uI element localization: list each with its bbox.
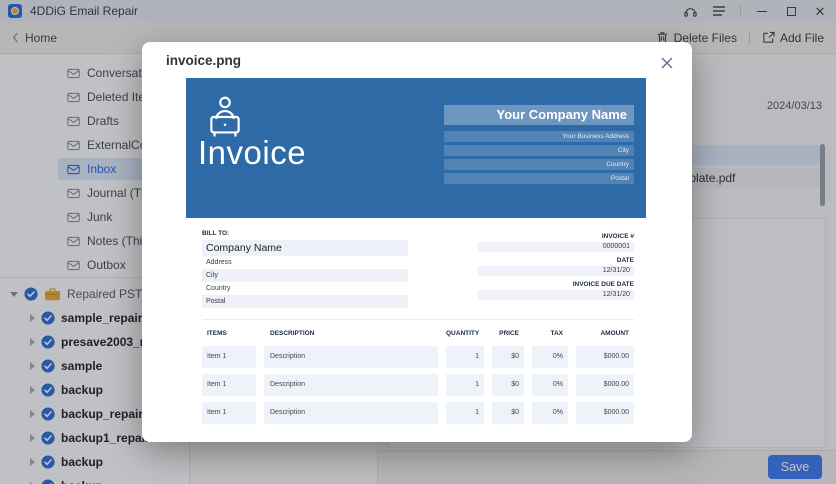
bill-to-address: Address bbox=[202, 256, 408, 269]
modal-close-icon[interactable] bbox=[658, 54, 676, 72]
bill-to-label: BILL TO: bbox=[202, 230, 229, 237]
invoice-number-value: 0000001 bbox=[478, 242, 634, 252]
app-window: 4DDiG Email Repair ✕ bbox=[0, 0, 836, 484]
invoice-number-label: INVOICE # bbox=[478, 232, 634, 241]
invoice-table-row: Item 1 Description 1 $0 0% $000.00 bbox=[202, 346, 634, 368]
invoice-table-header: ITEMS DESCRIPTION QUANTITY PRICE TAX AMO… bbox=[202, 330, 634, 337]
company-postal-line: Postal bbox=[444, 173, 634, 184]
bill-to-country: Country bbox=[202, 282, 408, 295]
bill-to-fields: Company Name Address City Country Postal bbox=[202, 240, 408, 308]
invoice-header: Invoice Your Company Name Your Business … bbox=[186, 78, 646, 218]
company-address-line: Your Business Address bbox=[444, 131, 634, 142]
invoice-table-row: Item 1 Description 1 $0 0% $000.00 bbox=[202, 374, 634, 396]
company-name: Your Company Name bbox=[444, 105, 634, 125]
invoice-image: Invoice Your Company Name Your Business … bbox=[186, 78, 646, 442]
invoice-date-value: 12/31/20 bbox=[478, 266, 634, 276]
invoice-heading: Invoice bbox=[198, 134, 306, 172]
invoice-items-table: ITEMS DESCRIPTION QUANTITY PRICE TAX AMO… bbox=[202, 330, 634, 430]
bill-to-postal: Postal bbox=[202, 295, 408, 308]
company-city-line: City bbox=[444, 145, 634, 156]
modal-title: invoice.png bbox=[166, 53, 241, 68]
invoice-divider bbox=[202, 319, 634, 320]
invoice-table-row: Item 1 Description 1 $0 0% $000.00 bbox=[202, 402, 634, 424]
invoice-due-date-label: INVOICE DUE DATE bbox=[478, 280, 634, 289]
company-country-line: Country bbox=[444, 159, 634, 170]
preview-modal: invoice.png Invoice Your Company bbox=[142, 42, 692, 442]
bill-to-company: Company Name bbox=[202, 240, 408, 256]
invoice-due-date-value: 12/31/20 bbox=[478, 290, 634, 300]
bill-to-city: City bbox=[202, 269, 408, 282]
invoice-company-block: Your Company Name Your Business Address … bbox=[444, 105, 634, 187]
invoice-meta: INVOICE # 0000001 DATE 12/31/20 INVOICE … bbox=[478, 232, 634, 304]
invoice-date-label: DATE bbox=[478, 256, 634, 265]
